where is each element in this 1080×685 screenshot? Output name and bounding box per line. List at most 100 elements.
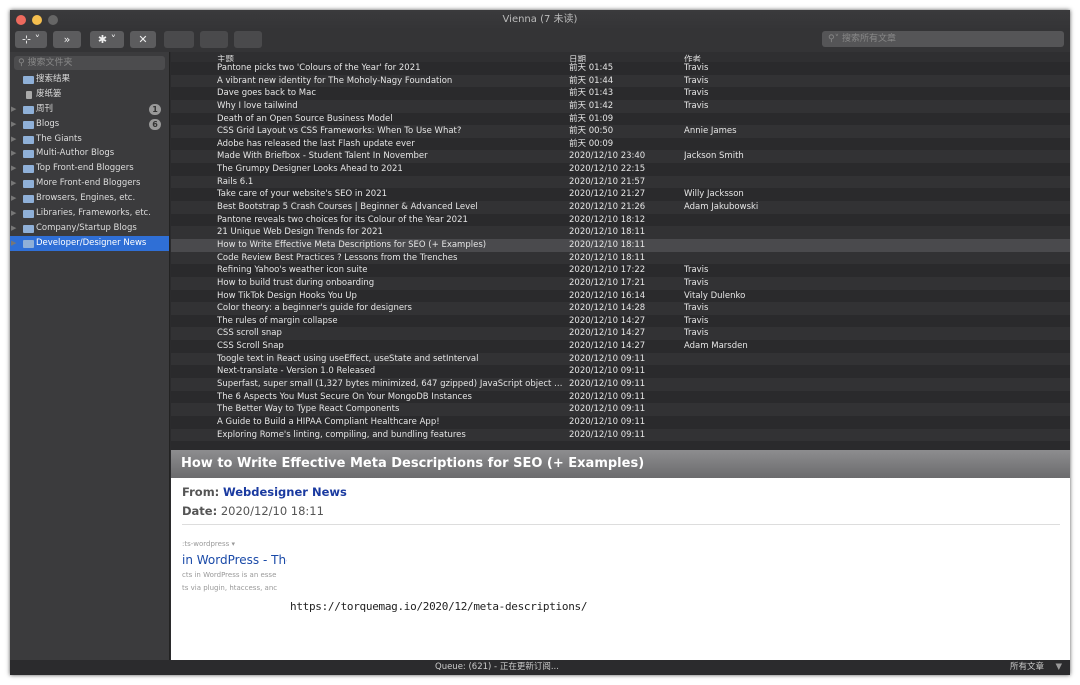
- disclosure-triangle-icon[interactable]: ▶: [11, 236, 16, 251]
- table-row[interactable]: Adobe has released the last Flash update…: [171, 137, 1070, 151]
- disclosure-triangle-icon[interactable]: ▶: [11, 221, 16, 236]
- double-chevron-right-icon: »: [63, 33, 71, 46]
- close-icon: ✕: [138, 33, 148, 46]
- folder-icon: [23, 76, 34, 84]
- sidebar-item[interactable]: ▶ Developer/Designer News: [10, 235, 169, 251]
- table-row[interactable]: The Better Way to Type React Components 2…: [171, 403, 1070, 416]
- disclosure-triangle-icon[interactable]: ▶: [11, 191, 16, 206]
- cell-author: Travis: [684, 63, 709, 73]
- rss-plus-icon: ⊹ ˅: [21, 33, 41, 46]
- next-unread-button[interactable]: »: [53, 31, 81, 48]
- cell-subject: How to Write Effective Meta Descriptions…: [217, 239, 487, 250]
- cell-date: 2020/12/10 14:27: [569, 328, 646, 339]
- sidebar-item[interactable]: ▶ 周刊 1: [10, 102, 169, 117]
- sidebar-item[interactable]: ▶ More Front-end Bloggers: [10, 176, 169, 191]
- table-row[interactable]: CSS scroll snap 2020/12/10 14:27 Travis: [171, 327, 1070, 341]
- folder-filter-input[interactable]: ⚲ 搜索文件夹: [14, 56, 165, 70]
- disclosure-triangle-icon[interactable]: ▶: [11, 206, 16, 221]
- share-facebook-button[interactable]: [200, 31, 228, 48]
- cell-date: 前天 01:44: [569, 75, 614, 86]
- filter-icon[interactable]: ▼: [1055, 660, 1062, 675]
- table-row[interactable]: How to Write Effective Meta Descriptions…: [171, 238, 1070, 252]
- table-row[interactable]: Exploring Rome's linting, compiling, and…: [171, 428, 1070, 442]
- sidebar-item-label: Blogs: [36, 118, 60, 129]
- trash-icon: [26, 90, 32, 99]
- disclosure-triangle-icon[interactable]: ▶: [11, 146, 16, 161]
- table-row[interactable]: Next-translate - Version 1.0 Released 202…: [171, 365, 1070, 379]
- sidebar-item[interactable]: 废纸篓: [10, 87, 169, 102]
- table-row[interactable]: A Guide to Build a HIPAA Compliant Healt…: [171, 415, 1070, 429]
- cell-author: Travis: [684, 88, 709, 99]
- cell-subject: Why I love tailwind: [217, 100, 298, 111]
- share-twitter-button[interactable]: [164, 31, 194, 48]
- share-buffer-button[interactable]: [234, 31, 262, 48]
- table-row[interactable]: Code Review Best Practices ? Lessons fro…: [171, 251, 1070, 265]
- disclosure-triangle-icon[interactable]: ▶: [11, 176, 16, 191]
- article-source-link[interactable]: Webdesigner News: [223, 485, 347, 499]
- cell-author: Travis: [684, 303, 709, 314]
- disclosure-triangle-icon[interactable]: ▶: [11, 117, 16, 132]
- search-articles-input[interactable]: ⚲˅ 搜索所有文章: [822, 31, 1064, 47]
- sidebar-item[interactable]: ▶ Blogs 6: [10, 117, 169, 132]
- cell-subject: CSS Grid Layout vs CSS Frameworks: When …: [217, 126, 462, 137]
- table-row[interactable]: Rails 6.1 2020/12/10 21:57: [171, 175, 1070, 189]
- article-date: 2020/12/10 18:11: [220, 504, 324, 518]
- disclosure-triangle-icon[interactable]: ▶: [11, 161, 16, 176]
- sidebar-item[interactable]: ▶ Top Front-end Bloggers: [10, 161, 169, 176]
- table-row[interactable]: CSS Scroll Snap 2020/12/10 14:27 Adam Mars…: [171, 340, 1070, 353]
- sidebar-item[interactable]: ▶ Libraries, Frameworks, etc.: [10, 206, 169, 221]
- close-window-button[interactable]: [16, 15, 26, 25]
- subscribe-button[interactable]: ⊹ ˅: [15, 31, 47, 48]
- table-row[interactable]: Superfast, super small (1,327 bytes mini…: [171, 378, 1070, 391]
- article-image: :ts-wordpress ▾ in WordPress - The cts i…: [182, 540, 287, 592]
- article-url-link[interactable]: https://torquemag.io/2020/12/meta-descri…: [290, 600, 587, 613]
- table-row[interactable]: Why I love tailwind 前天 01:42 Travis: [171, 99, 1070, 113]
- sidebar-item[interactable]: ▶ Multi-Author Blogs: [10, 146, 169, 161]
- app-window: Vienna (7 未读) ⚲˅ 搜索所有文章 ⊹ ˅ » ✱ ˅ ✕ ⚲ 搜索文件夹…: [10, 10, 1070, 675]
- cell-author: Jackson Smith: [684, 151, 744, 162]
- cell-date: 2020/12/10 09:11: [569, 379, 646, 390]
- sidebar-item[interactable]: ▶ Browsers, Engines, etc.: [10, 191, 169, 206]
- sidebar-item-label: Top Front-end Bloggers: [36, 163, 134, 174]
- table-row[interactable]: A vibrant new identity for The Moholy-Na…: [171, 74, 1070, 88]
- cell-date: 2020/12/10 09:11: [569, 391, 646, 402]
- disclosure-triangle-icon[interactable]: ▶: [11, 102, 16, 117]
- table-row[interactable]: Toogle text in React using useEffect, us…: [171, 352, 1070, 366]
- table-row[interactable]: Pantone picks two 'Colours of the Year' …: [171, 62, 1070, 75]
- cell-date: 2020/12/10 09:11: [569, 416, 646, 427]
- cell-date: 2020/12/10 18:11: [569, 227, 646, 238]
- table-row[interactable]: The rules of margin collapse 2020/12/10 1…: [171, 314, 1070, 328]
- delete-button[interactable]: ✕: [130, 31, 156, 48]
- disclosure-triangle-icon[interactable]: ▶: [11, 132, 16, 147]
- zoom-window-button[interactable]: [48, 15, 58, 25]
- table-row[interactable]: CSS Grid Layout vs CSS Frameworks: When …: [171, 125, 1070, 138]
- folder-icon: [23, 120, 34, 129]
- action-button[interactable]: ✱ ˅: [90, 31, 124, 48]
- table-row[interactable]: Color theory: a beginner's guide for des…: [171, 302, 1070, 315]
- cell-subject: A vibrant new identity for The Moholy-Na…: [217, 75, 453, 86]
- cell-author: Annie James: [684, 126, 737, 137]
- table-row[interactable]: Made With Briefbox - Student Talent In N…: [171, 150, 1070, 164]
- table-row[interactable]: Refining Yahoo's weather icon suite 2020/…: [171, 264, 1070, 277]
- table-row[interactable]: Death of an Open Source Business Model 前天…: [171, 112, 1070, 126]
- folder-icon: [23, 165, 34, 174]
- window-title: Vienna (7 未读): [502, 14, 578, 25]
- table-row[interactable]: How TikTok Design Hooks You Up 2020/12/10…: [171, 289, 1070, 303]
- folder-icon: [23, 195, 34, 204]
- table-row[interactable]: Best Bootstrap 5 Crash Courses | Beginne…: [171, 201, 1070, 214]
- folder-icon: [23, 224, 34, 233]
- sidebar-item[interactable]: 搜索结果: [10, 72, 169, 87]
- table-row[interactable]: How to build trust during onboarding 2020…: [171, 276, 1070, 290]
- table-row[interactable]: Dave goes back to Mac 前天 01:43 Travis: [171, 87, 1070, 100]
- filter-menu[interactable]: 所有文章: [1010, 660, 1044, 675]
- table-row[interactable]: The 6 Aspects You Must Secure On Your Mo…: [171, 390, 1070, 404]
- table-row[interactable]: Take care of your website's SEO in 2021 2…: [171, 188, 1070, 202]
- sidebar-item[interactable]: ▶ The Giants: [10, 132, 169, 147]
- table-row[interactable]: Pantone reveals two choices for its Colo…: [171, 213, 1070, 227]
- sidebar-item[interactable]: ▶ Company/Startup Blogs: [10, 221, 169, 236]
- cell-subject: Pantone picks two 'Colours of the Year' …: [217, 63, 421, 73]
- table-row[interactable]: 21 Unique Web Design Trends for 2021 2020…: [171, 226, 1070, 239]
- minimize-window-button[interactable]: [32, 15, 42, 25]
- table-row[interactable]: The Grumpy Designer Looks Ahead to 2021 2…: [171, 163, 1070, 176]
- sidebar-item-label: 搜索结果: [36, 74, 71, 84]
